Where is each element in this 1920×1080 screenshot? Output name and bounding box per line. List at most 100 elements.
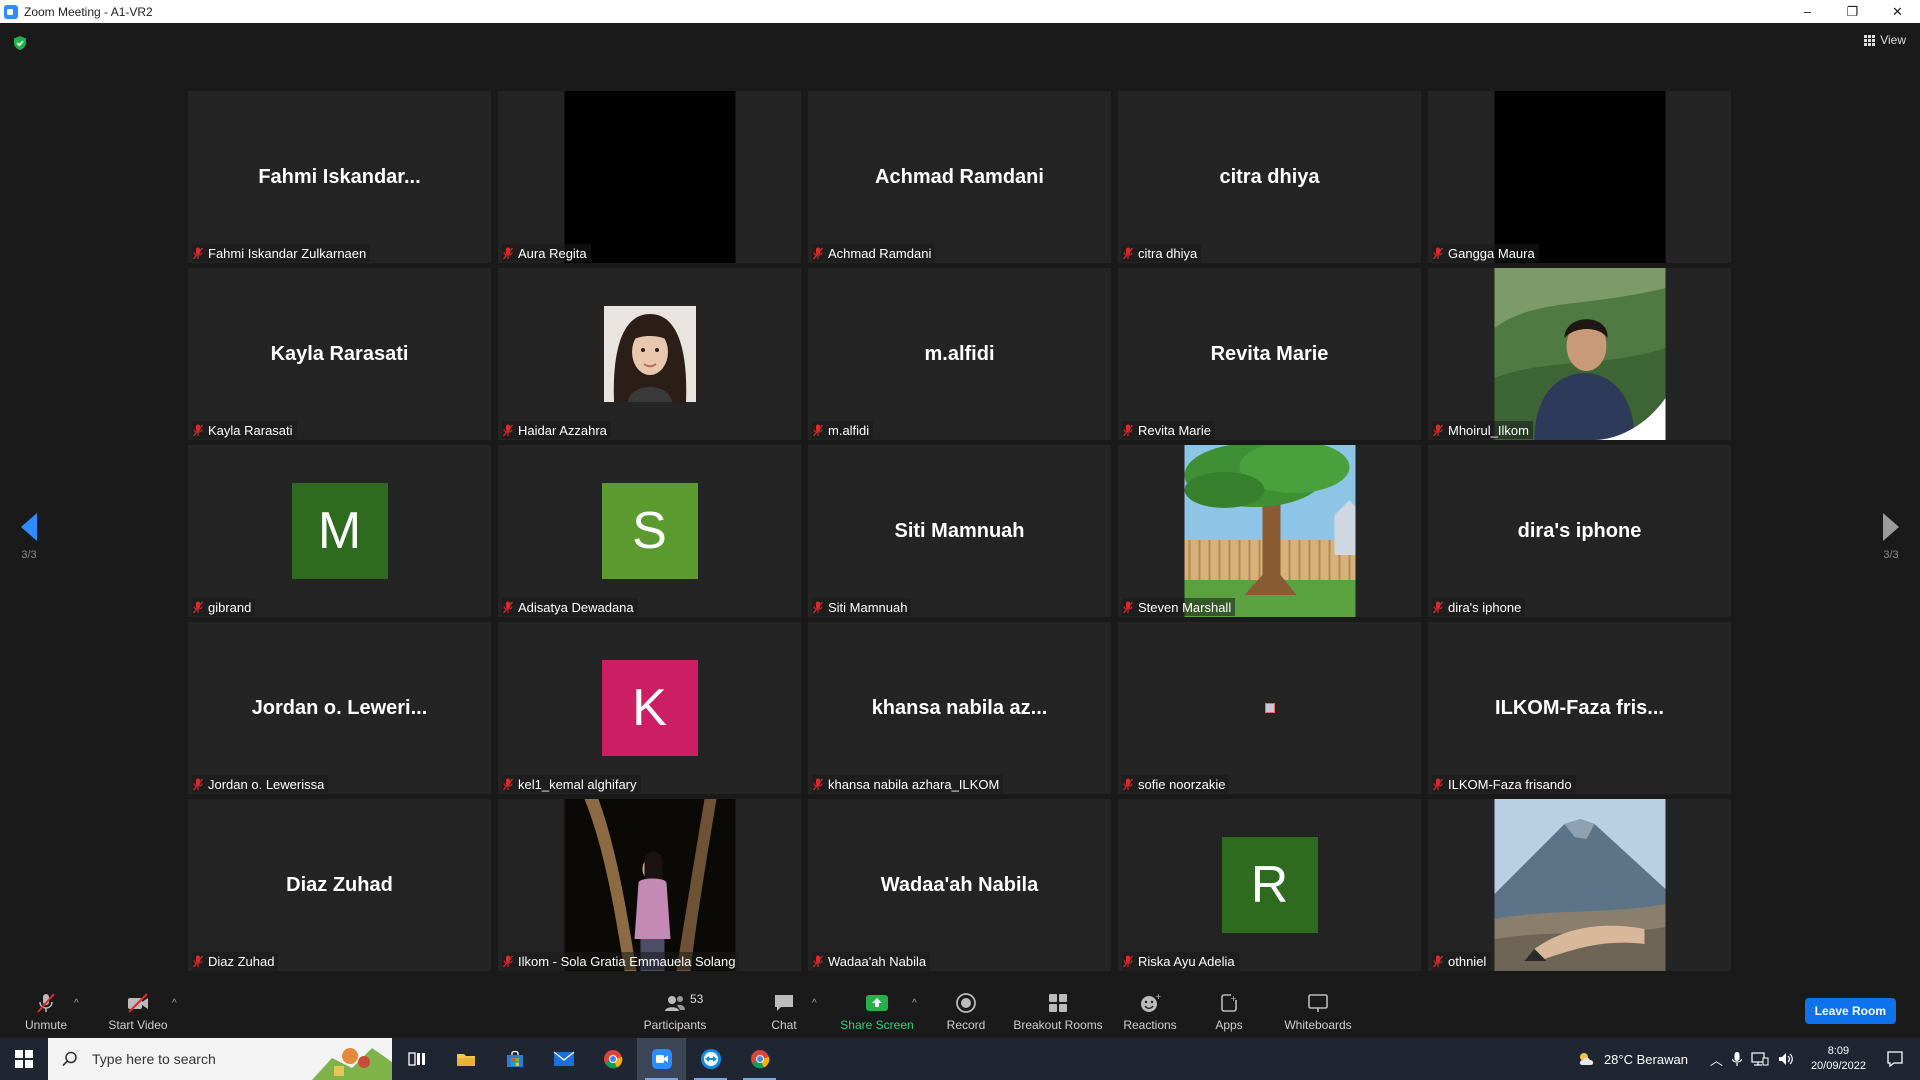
teamviewer-button[interactable]: [686, 1038, 735, 1080]
minimize-button[interactable]: –: [1785, 0, 1830, 23]
participant-display-name: Siti Mamnuah: [894, 519, 1025, 542]
zoom-app-icon: [4, 4, 18, 19]
avatar-initial: K: [601, 660, 698, 756]
svg-text:+: +: [1230, 994, 1237, 1003]
zoom-taskbar-button[interactable]: [637, 1038, 686, 1080]
participant-tile[interactable]: Kkel1_kemal alghifary: [498, 622, 801, 794]
participant-tile[interactable]: Ilkom - Sola Gratia Emmauela Solang: [498, 799, 801, 971]
page-indicator-right: 3/3: [1883, 549, 1899, 561]
participant-tile[interactable]: citra dhiya citra dhiya: [1118, 91, 1421, 263]
security-shield-icon[interactable]: [12, 35, 28, 51]
avatar-initial: M: [291, 483, 388, 579]
participant-name-label: Diaz Zuhad: [192, 952, 279, 970]
volume-icon[interactable]: [1777, 1051, 1795, 1067]
participant-tile[interactable]: Kayla Rarasati Kayla Rarasati: [188, 268, 491, 440]
windows-taskbar: Type here to search 28°C Berawan ︿ 8:09 …: [0, 1038, 1920, 1080]
network-icon[interactable]: [1751, 1051, 1769, 1067]
microphone-tray-icon[interactable]: [1731, 1051, 1743, 1067]
previous-page-button[interactable]: 3/3: [14, 513, 44, 561]
avatar-initial: S: [601, 483, 698, 579]
reactions-button[interactable]: + Reactions: [1123, 980, 1177, 1038]
task-view-button[interactable]: [392, 1038, 441, 1080]
muted-mic-icon: [1122, 601, 1134, 613]
participant-name-label: Revita Marie: [1122, 421, 1215, 439]
participant-name-label: othniel: [1432, 952, 1491, 970]
participants-label: Participants: [643, 1018, 707, 1032]
participant-name: Fahmi Iskandar Zulkarnaen: [208, 245, 367, 261]
weather-widget[interactable]: 28°C Berawan: [1576, 1051, 1688, 1067]
chrome-button[interactable]: [588, 1038, 637, 1080]
participant-tile[interactable]: dira's iphone dira's iphone: [1428, 445, 1731, 617]
participant-tile[interactable]: khansa nabila az... khansa nabila azhara_…: [808, 622, 1111, 794]
title-bar: Zoom Meeting - A1-VR2 – ❐ ✕: [0, 0, 1920, 23]
participant-tile[interactable]: ILKOM-Faza fris... ILKOM-Faza frisando: [1428, 622, 1731, 794]
muted-mic-icon: [1122, 247, 1134, 259]
participant-tile[interactable]: Fahmi Iskandar... Fahmi Iskandar Zulkarna…: [188, 91, 491, 263]
close-button[interactable]: ✕: [1875, 0, 1920, 23]
participant-tile[interactable]: Mhoirul_Ilkom: [1428, 268, 1731, 440]
participant-tile[interactable]: Steven Marshall: [1118, 445, 1421, 617]
participant-tile[interactable]: R Riska Ayu Adelia: [1118, 799, 1421, 971]
file-explorer-button[interactable]: [441, 1038, 490, 1080]
participants-icon: [665, 996, 685, 1011]
chat-options-caret-icon[interactable]: ^: [812, 998, 817, 1009]
share-options-caret-icon[interactable]: ^: [912, 998, 917, 1009]
participant-tile[interactable]: Mgibrand: [188, 445, 491, 617]
next-page-button[interactable]: 3/3: [1876, 513, 1906, 561]
participant-tile[interactable]: Jordan o. Leweri... Jordan o. Lewerissa: [188, 622, 491, 794]
participant-name: Siti Mamnuah: [828, 599, 908, 615]
show-hidden-icons-chevron-icon[interactable]: ︿: [1710, 1050, 1723, 1069]
view-label: View: [1880, 33, 1906, 47]
participants-button[interactable]: Participants: [640, 980, 710, 1038]
apps-button[interactable]: + Apps: [1212, 980, 1246, 1038]
record-button[interactable]: Record: [946, 980, 986, 1038]
taskbar-clock[interactable]: 8:09 20/09/2022: [1811, 1044, 1866, 1074]
audio-options-caret-icon[interactable]: ^: [74, 998, 79, 1009]
participant-name: Adisatya Dewadana: [518, 599, 634, 615]
video-options-caret-icon[interactable]: ^: [172, 998, 177, 1009]
share-screen-button[interactable]: Share Screen: [840, 980, 914, 1038]
whiteboards-button[interactable]: Whiteboards: [1282, 980, 1354, 1038]
participant-tile[interactable]: sofie noorzakie: [1118, 622, 1421, 794]
participant-tile[interactable]: Haidar Azzahra: [498, 268, 801, 440]
participant-name: Steven Marshall: [1138, 599, 1232, 615]
muted-mic-icon: [502, 247, 514, 259]
participant-tile[interactable]: S Adisatya Dewadana: [498, 445, 801, 617]
participant-tile[interactable]: Aura Regita: [498, 91, 801, 263]
participant-name: kel1_kemal alghifary: [518, 776, 637, 792]
leave-room-button[interactable]: Leave Room: [1804, 998, 1896, 1024]
participant-name-label: Adisatya Dewadana: [502, 598, 638, 616]
restore-button[interactable]: ❐: [1830, 0, 1875, 23]
participant-tile[interactable]: othniel: [1428, 799, 1731, 971]
participant-display-name: citra dhiya: [1219, 165, 1320, 188]
view-button[interactable]: View: [1864, 33, 1906, 47]
unmute-button[interactable]: Unmute: [20, 980, 72, 1038]
taskbar-search-box[interactable]: Type here to search: [48, 1038, 392, 1080]
search-icon: [62, 1051, 77, 1067]
participant-tile[interactable]: Wadaa'ah Nabila Wadaa'ah Nabila: [808, 799, 1111, 971]
mail-button[interactable]: [539, 1038, 588, 1080]
participant-tile[interactable]: Achmad Ramdani Achmad Ramdani: [808, 91, 1111, 263]
chat-button[interactable]: Chat: [766, 980, 802, 1038]
start-video-label: Start Video: [108, 1018, 168, 1032]
muted-mic-icon: [192, 778, 204, 790]
participant-name: othniel: [1448, 953, 1487, 969]
participant-tile[interactable]: Diaz Zuhad Diaz Zuhad: [188, 799, 491, 971]
notifications-icon[interactable]: [1886, 1050, 1904, 1068]
start-button[interactable]: [0, 1038, 48, 1080]
participant-tile[interactable]: Siti Mamnuah Siti Mamnuah: [808, 445, 1111, 617]
participant-name-label: Aura Regita: [502, 244, 591, 262]
breakout-rooms-button[interactable]: Breakout Rooms: [1013, 980, 1103, 1038]
participant-tile[interactable]: m.alfidi m.alfidi: [808, 268, 1111, 440]
participant-name: Aura Regita: [518, 245, 587, 261]
participant-tile[interactable]: Gangga Maura: [1428, 91, 1731, 263]
microsoft-store-button[interactable]: [490, 1038, 539, 1080]
participant-display-name: Kayla Rarasati: [270, 342, 409, 365]
start-video-button[interactable]: Start Video: [106, 980, 170, 1038]
video-off-feed: [564, 91, 735, 263]
chat-bubble-icon: [775, 995, 793, 1011]
participant-tile[interactable]: Revita Marie Revita Marie: [1118, 268, 1421, 440]
chrome-second-button[interactable]: [735, 1038, 784, 1080]
participant-display-name: dira's iphone: [1517, 519, 1642, 542]
participant-name: Achmad Ramdani: [828, 245, 932, 261]
